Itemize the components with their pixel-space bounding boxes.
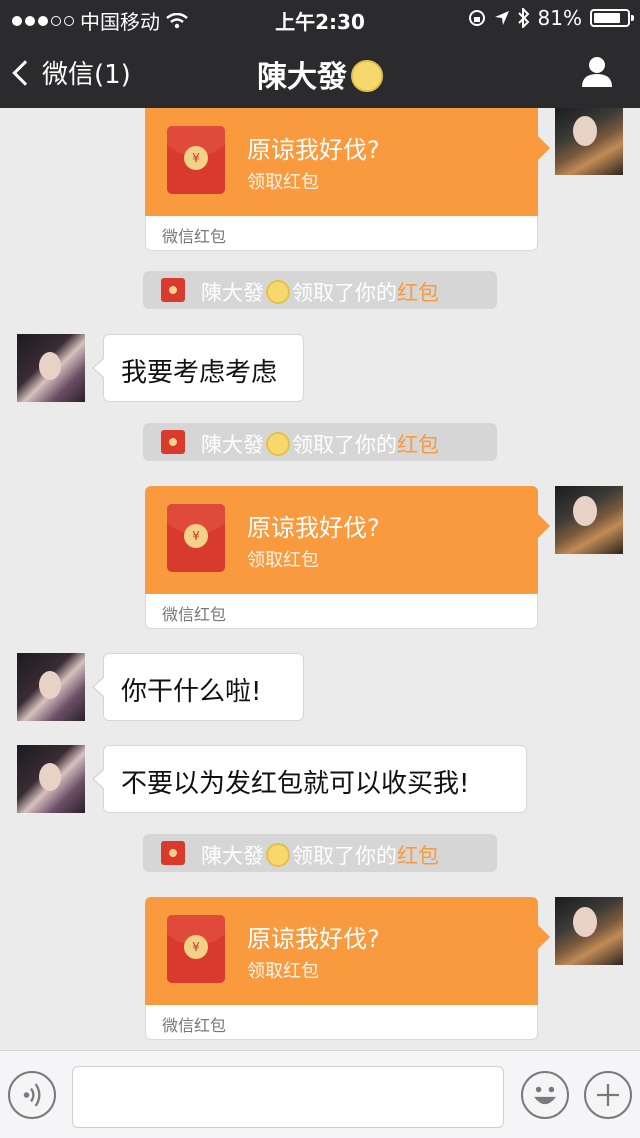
notice-text: 领取了你的 [292,433,397,457]
avatar[interactable] [555,486,623,554]
red-envelope-icon [161,841,185,865]
profile-icon[interactable] [580,54,614,88]
red-packet-message[interactable]: ¥ 原谅我好伐? 领取红包 微信红包 [145,486,550,629]
red-packet-greeting: 原谅我好伐? [247,925,380,953]
status-bar: 中国移动 上午2:30 81% [0,0,640,36]
red-packet-action: 领取红包 [247,172,319,193]
avatar[interactable] [17,745,85,813]
red-envelope-icon: ¥ [167,126,225,194]
emoji-icon[interactable] [521,1071,569,1119]
system-notice: 陳大發 领取了你的红包 [143,423,497,461]
notice-link[interactable]: 红包 [397,281,439,305]
notice-name: 陳大發 [201,844,264,868]
battery-icon [590,9,634,27]
battery-percent: 81% [537,6,582,30]
red-packet-action: 领取红包 [247,550,319,571]
notice-text: 领取了你的 [292,844,397,868]
message-bubble[interactable]: 不要以为发红包就可以收买我! [92,745,527,813]
message-input[interactable] [72,1066,504,1128]
bluetooth-icon [517,8,529,28]
message-bubble[interactable]: 我要考虑考虑 [92,334,304,402]
rotation-lock-icon [468,10,485,26]
moon-emoji-icon [266,280,290,304]
red-envelope-icon: ¥ [167,504,225,572]
notice-link[interactable]: 红包 [397,844,439,868]
location-icon [494,11,509,25]
system-notice: 陳大發 领取了你的红包 [143,834,497,872]
moon-emoji-icon [266,432,290,456]
notice-name: 陳大發 [201,281,264,305]
notice-name: 陳大發 [201,433,264,457]
red-packet-greeting: 原谅我好伐? [247,136,380,164]
red-packet-message[interactable]: ¥ 原谅我好伐? 领取红包 微信红包 [145,108,550,251]
avatar[interactable] [555,897,623,965]
red-packet-brand: 微信红包 [145,594,538,629]
avatar[interactable] [17,653,85,721]
input-bar [0,1050,640,1138]
chat-area[interactable]: ¥ 原谅我好伐? 领取红包 微信红包 陳大發 领取了你的红包 我要考虑考虑 陳大發… [0,108,640,1050]
chat-title: 陳大發 [0,52,640,96]
avatar[interactable] [17,334,85,402]
red-packet-message[interactable]: ¥ 原谅我好伐? 领取红包 微信红包 [145,897,550,1040]
red-envelope-icon: ¥ [167,915,225,983]
red-packet-brand: 微信红包 [145,216,538,251]
red-packet-greeting: 原谅我好伐? [247,514,380,542]
red-envelope-icon [161,278,185,302]
contact-name: 陳大發 [257,60,347,95]
nav-bar: 微信(1) 陳大發 [0,36,640,108]
system-notice: 陳大發 领取了你的红包 [143,271,497,309]
voice-icon[interactable] [8,1071,56,1119]
avatar[interactable] [555,108,623,175]
notice-link[interactable]: 红包 [397,433,439,457]
message-bubble[interactable]: 你干什么啦! [92,653,304,721]
moon-emoji-icon [266,843,290,867]
moon-emoji-icon [351,59,383,92]
plus-icon[interactable] [584,1071,632,1119]
red-packet-brand: 微信红包 [145,1005,538,1040]
red-envelope-icon [161,430,185,454]
red-packet-action: 领取红包 [247,961,319,982]
top-bar: 中国移动 上午2:30 81% 微信(1) 陳大發 [0,0,640,108]
notice-text: 领取了你的 [292,281,397,305]
